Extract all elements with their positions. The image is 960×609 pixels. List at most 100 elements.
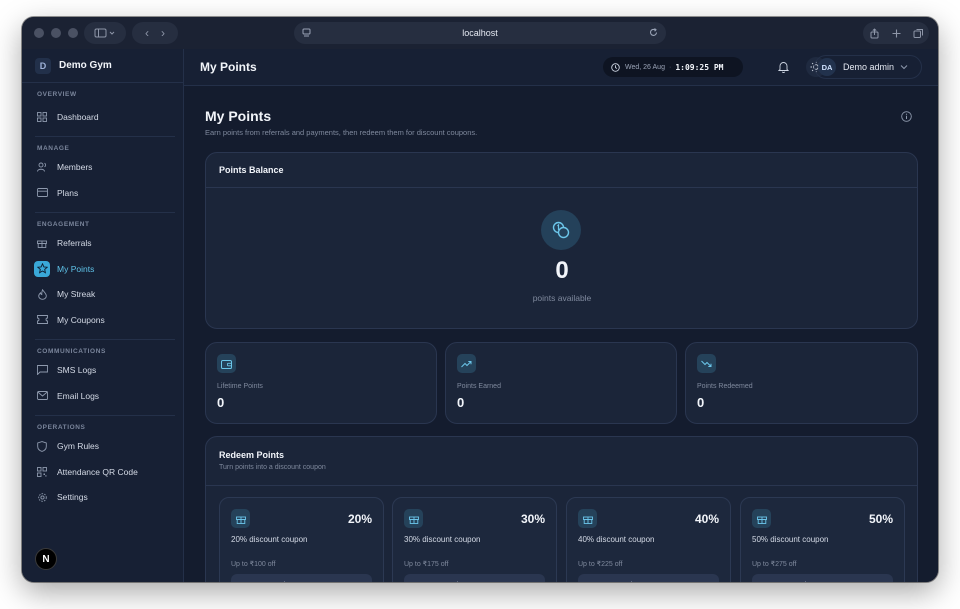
- sidebar-item-label: Referrals: [57, 238, 92, 249]
- sidebar-item-my-streak[interactable]: My Streak: [22, 282, 183, 308]
- sidebar-divider: [35, 338, 175, 340]
- sidebar-item-plans[interactable]: Plans: [22, 180, 183, 206]
- coupon-card-30: 30% 30% discount coupon Up to ₹175 off R…: [392, 497, 557, 582]
- shield-icon: [34, 438, 50, 454]
- page-settings-icon[interactable]: [301, 27, 312, 38]
- gift-icon: [231, 509, 250, 528]
- sidebar-divider: [35, 135, 175, 137]
- sidebar-item-referrals[interactable]: Referrals: [22, 231, 183, 257]
- coupon-card-20: 20% 20% discount coupon Up to ₹100 off R…: [219, 497, 384, 582]
- sidebar-item-email-logs[interactable]: Email Logs: [22, 383, 183, 409]
- sidebar-icon: [94, 28, 115, 38]
- gift-icon: [404, 509, 423, 528]
- coupon-card-50: 50% 50% discount coupon Up to ₹275 off R…: [740, 497, 905, 582]
- sidebar-item-dashboard[interactable]: Dashboard: [22, 104, 183, 130]
- brand[interactable]: D Demo Gym: [22, 49, 183, 83]
- bell-icon: [777, 62, 789, 73]
- redeem-button[interactable]: Redeem · 175 pts: [404, 574, 545, 582]
- stat-label: Points Earned: [457, 383, 501, 390]
- top-bar: My Points Wed, 26 Aug · 1:09:25 PM DA De…: [184, 49, 938, 86]
- sidebar-divider: [35, 414, 175, 416]
- address-bar[interactable]: localhost: [294, 22, 666, 44]
- info-icon[interactable]: [901, 109, 912, 127]
- brand-logo: D: [35, 57, 51, 74]
- coupon-name: 40% discount coupon: [578, 535, 655, 544]
- window-controls: [34, 28, 78, 38]
- coupon-percent: 30%: [520, 512, 545, 526]
- reload-icon[interactable]: [648, 27, 659, 38]
- stat-card-points-earned: Points Earned 0: [445, 342, 677, 424]
- section-label-manage: MANAGE: [37, 144, 70, 152]
- stat-value: 0: [457, 395, 465, 410]
- framework-avatar[interactable]: N: [35, 548, 57, 570]
- back-icon[interactable]: ‹: [145, 26, 149, 40]
- sidebar-item-label: Email Logs: [57, 390, 100, 401]
- sidebar-item-my-points[interactable]: My Points: [22, 256, 183, 282]
- brand-name: Demo Gym: [59, 60, 112, 71]
- share-icon[interactable]: [869, 27, 880, 39]
- minimize-window-button[interactable]: [51, 28, 61, 38]
- coupon-cap: Up to ₹175 off: [404, 561, 449, 568]
- card-title: Points Balance: [219, 165, 284, 175]
- user-menu-button[interactable]: DA Demo admin: [814, 55, 922, 79]
- sidebar-item-settings[interactable]: Settings: [22, 485, 183, 511]
- avatar: DA: [818, 58, 836, 76]
- card-divider: [206, 187, 917, 188]
- notifications-button[interactable]: [774, 58, 792, 76]
- browser-toolbar: ‹ › localhost: [22, 17, 938, 49]
- sidebar-item-attendance-qr-code[interactable]: Attendance QR Code: [22, 459, 183, 485]
- browser-window: ‹ › localhost D Demo Gym OVERVIEW Dashbo…: [22, 17, 938, 582]
- user-name: Demo admin: [843, 62, 895, 72]
- star-icon: [34, 260, 50, 277]
- sidebar-item-gym-rules[interactable]: Gym Rules: [22, 434, 183, 460]
- message-icon: [34, 362, 50, 378]
- coupon-percent: 20%: [347, 512, 372, 526]
- sidebar-divider: [35, 211, 175, 213]
- forward-icon[interactable]: ›: [161, 26, 165, 40]
- sidebar: D Demo Gym OVERVIEW Dashboard MANAGE Mem…: [22, 49, 184, 582]
- card-icon: [34, 185, 50, 201]
- coupon-percent: 40%: [694, 512, 719, 526]
- gift-icon: [752, 509, 771, 528]
- section-label-engagement: ENGAGEMENT: [37, 220, 90, 228]
- sidebar-item-members[interactable]: Members: [22, 155, 183, 181]
- grid-icon: [34, 109, 50, 125]
- sidebar-item-label: Plans: [57, 187, 79, 198]
- trending-down-icon: [697, 354, 716, 373]
- redeem-button[interactable]: Redeem · 225 pts: [578, 574, 719, 582]
- main-content: My Points Earn points from referrals and…: [184, 86, 938, 582]
- current-time: 1:09:25 PM: [675, 62, 724, 72]
- coupon-name: 20% discount coupon: [231, 535, 308, 544]
- redeem-button[interactable]: Redeem · 100 pts: [231, 574, 372, 582]
- coupon-cap: Up to ₹225 off: [578, 561, 623, 568]
- flame-icon: [34, 286, 50, 302]
- sidebar-item-my-coupons[interactable]: My Coupons: [22, 307, 183, 333]
- stat-label: Points Redeemed: [697, 383, 753, 390]
- stat-card-lifetime-points: Lifetime Points 0: [205, 342, 437, 424]
- sidebar-item-label: My Coupons: [57, 314, 105, 325]
- card-title: Redeem Points: [219, 450, 285, 460]
- sidebar-item-sms-logs[interactable]: SMS Logs: [22, 358, 183, 384]
- users-icon: [34, 159, 50, 175]
- coupon-name: 50% discount coupon: [752, 535, 829, 544]
- points-balance-caption: points available: [532, 293, 592, 303]
- new-tab-icon[interactable]: [891, 28, 902, 39]
- coins-icon: [541, 210, 581, 250]
- coupon-cap: Up to ₹275 off: [752, 561, 797, 568]
- sidebar-toggle-button[interactable]: [84, 22, 126, 44]
- gift-icon: [578, 509, 597, 528]
- sidebar-item-label: My Points: [57, 263, 95, 274]
- wallet-icon: [217, 354, 236, 373]
- date-separator-icon: ·: [668, 63, 672, 71]
- sidebar-item-label: SMS Logs: [57, 365, 97, 376]
- trending-up-icon: [457, 354, 476, 373]
- mail-icon: [34, 388, 50, 404]
- stat-value: 0: [217, 395, 225, 410]
- clock-icon: [611, 62, 620, 72]
- close-window-button[interactable]: [34, 28, 44, 38]
- redeem-button[interactable]: Redeem · 275 pts: [752, 574, 893, 582]
- coupon-name: 30% discount coupon: [404, 535, 481, 544]
- tab-overview-icon[interactable]: [913, 28, 924, 39]
- section-label-communications: COMMUNICATIONS: [37, 347, 106, 355]
- maximize-window-button[interactable]: [68, 28, 78, 38]
